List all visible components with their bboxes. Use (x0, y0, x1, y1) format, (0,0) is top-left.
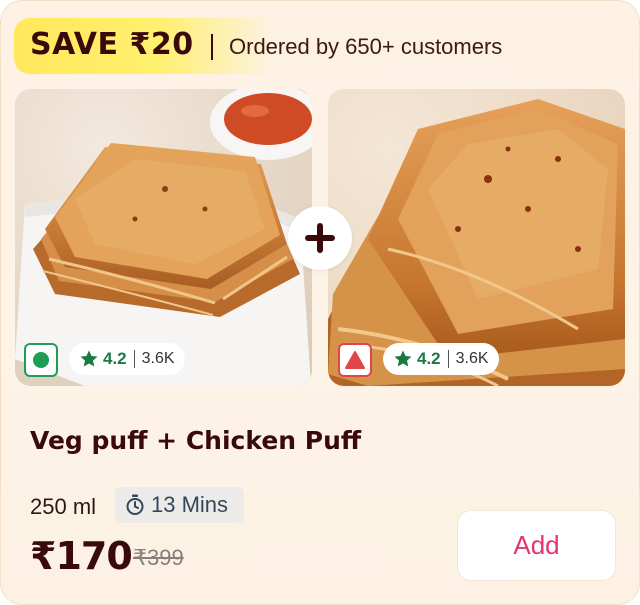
add-button[interactable]: Add (457, 510, 616, 581)
delivery-time: 13 Mins (151, 492, 229, 517)
nonveg-triangle-icon (345, 351, 365, 369)
plus-icon (305, 223, 335, 253)
product-quantity: 250 ml (30, 494, 97, 519)
veg-dot-icon (33, 352, 49, 368)
header-divider (211, 34, 213, 60)
delivery-time-badge: 13 Mins (115, 487, 244, 523)
save-badge: SAVE ₹20 (30, 27, 194, 62)
product-title: Veg puff + Chicken Puff (30, 426, 362, 455)
rating-count: 3.6K (455, 350, 489, 367)
rating-value: 4.2 (103, 349, 127, 368)
nonveg-indicator (338, 343, 372, 377)
product-card[interactable]: SAVE ₹20 Ordered by 650+ customers 4.2 3… (0, 0, 640, 605)
ordered-count-text: Ordered by 650+ customers (229, 34, 503, 59)
rating-count: 3.6K (141, 350, 175, 367)
original-price: ₹399 (133, 545, 184, 570)
rating-value: 4.2 (417, 349, 441, 368)
star-icon (394, 350, 412, 367)
combo-plus-badge (288, 206, 352, 270)
veg-indicator (24, 343, 58, 377)
rating-divider (447, 350, 449, 368)
veg-puff-image (15, 89, 312, 386)
price: ₹170 (30, 534, 133, 578)
veg-puff-rating: 4.2 3.6K (69, 343, 185, 375)
star-icon (80, 350, 98, 367)
stopwatch-icon (126, 494, 144, 515)
chicken-puff-image (328, 89, 625, 386)
rating-divider (133, 350, 135, 368)
chicken-puff-rating: 4.2 3.6K (383, 343, 499, 375)
